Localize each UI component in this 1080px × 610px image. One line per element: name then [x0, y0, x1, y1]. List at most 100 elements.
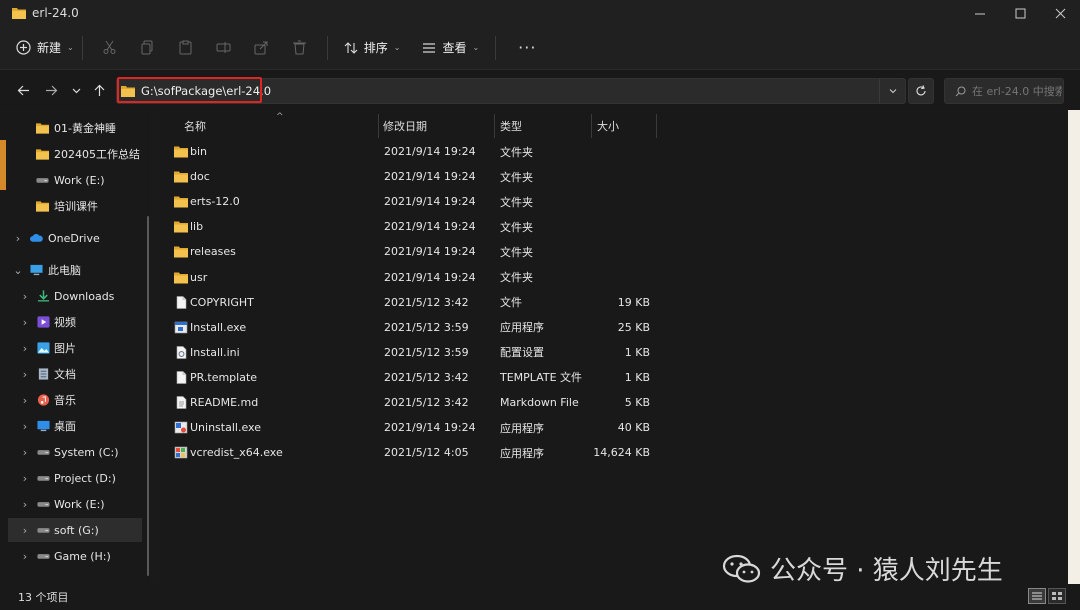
- chevron-right-icon[interactable]: ›: [13, 232, 23, 245]
- column-divider[interactable]: [378, 114, 379, 138]
- column-header-label: 名称: [184, 120, 206, 133]
- file-row[interactable]: Install.ini 2021/5/12 3:59 配置设置 1 KB: [160, 340, 920, 365]
- chevron-down-icon: ⌄: [472, 43, 480, 52]
- sidebar-item-training[interactable]: 培训课件: [0, 194, 150, 218]
- share-button[interactable]: [243, 32, 281, 64]
- sidebar-item-label: 此电脑: [48, 264, 81, 277]
- sidebar-item-01[interactable]: 01-黄金神睡: [0, 116, 150, 140]
- chevron-right-icon[interactable]: ›: [20, 550, 30, 563]
- file-name: Uninstall.exe: [190, 421, 261, 435]
- file-name: doc: [190, 170, 210, 184]
- column-header-name[interactable]: 名称: [184, 114, 206, 138]
- chevron-right-icon[interactable]: ›: [20, 472, 30, 485]
- file-row[interactable]: erts-12.0 2021/9/14 19:24 文件夹: [160, 189, 920, 214]
- view-button[interactable]: 查看 ⌄: [422, 39, 479, 56]
- sidebar-item-drive-h[interactable]: › Game (H:): [0, 544, 150, 568]
- desktop-icon: [37, 420, 50, 432]
- tiles-view-button[interactable]: [1048, 588, 1066, 604]
- file-row[interactable]: PR.template 2021/5/12 3:42 TEMPLATE 文件 1 KB: [160, 365, 920, 390]
- file-row[interactable]: README.md 2021/5/12 3:42 Markdown File 5 KB: [160, 390, 920, 415]
- sidebar-item-202405[interactable]: 202405工作总结: [0, 142, 150, 166]
- file-row[interactable]: Install.exe 2021/5/12 3:59 应用程序 25 KB: [160, 315, 920, 340]
- status-bar: 13 个项目: [0, 584, 1080, 610]
- column-divider[interactable]: [656, 114, 657, 138]
- scrollbar-thumb[interactable]: [147, 216, 149, 576]
- file-row[interactable]: lib 2021/9/14 19:24 文件夹: [160, 214, 920, 239]
- sidebar-item-documents[interactable]: › 文档: [0, 362, 150, 386]
- sidebar-item-music[interactable]: › 音乐: [0, 388, 150, 412]
- sidebar-item-label: System (C:): [54, 445, 119, 459]
- file-date: 2021/9/14 19:24: [384, 220, 476, 234]
- sidebar-item-downloads[interactable]: › Downloads: [0, 284, 150, 308]
- file-row[interactable]: doc 2021/9/14 19:24 文件夹: [160, 164, 920, 189]
- new-button[interactable]: 新建 ⌄: [16, 39, 74, 56]
- maximize-button[interactable]: [1000, 0, 1040, 26]
- chevron-right-icon[interactable]: ›: [20, 290, 30, 303]
- sidebar-item-drive-g[interactable]: › soft (G:): [8, 518, 142, 542]
- file-date: 2021/5/12 3:42: [384, 370, 469, 384]
- file-row[interactable]: usr 2021/9/14 19:24 文件夹: [160, 265, 920, 290]
- rename-button[interactable]: [205, 32, 243, 64]
- sidebar-item-drive-d[interactable]: › Project (D:): [0, 466, 150, 490]
- chevron-right-icon[interactable]: ›: [20, 498, 30, 511]
- chevron-right-icon[interactable]: ›: [20, 420, 30, 433]
- refresh-button[interactable]: [908, 78, 934, 104]
- chevron-right-icon[interactable]: ›: [20, 316, 30, 329]
- file-type: 应用程序: [500, 421, 544, 435]
- sidebar-item-pictures[interactable]: › 图片: [0, 336, 150, 360]
- file-row[interactable]: vcredist_x64.exe 2021/5/12 4:05 应用程序 14,624…: [160, 440, 920, 465]
- chevron-right-icon[interactable]: ›: [20, 342, 30, 355]
- file-date: 2021/9/14 19:24: [384, 245, 476, 259]
- chevron-right-icon[interactable]: ›: [20, 368, 30, 381]
- sidebar-item-work-quick[interactable]: Work (E:): [0, 168, 150, 192]
- copy-button[interactable]: [129, 32, 167, 64]
- column-divider[interactable]: [591, 114, 592, 138]
- file-date: 2021/5/12 4:05: [384, 446, 469, 460]
- file-row[interactable]: releases 2021/9/14 19:24 文件夹: [160, 239, 920, 264]
- search-box[interactable]: [944, 78, 1064, 104]
- sidebar-scrollbar[interactable]: [147, 112, 150, 582]
- file-type: 应用程序: [500, 446, 544, 460]
- address-dropdown-button[interactable]: [879, 79, 905, 103]
- chevron-down-icon[interactable]: ⌄: [13, 264, 23, 277]
- window-title: erl-24.0: [32, 6, 79, 20]
- delete-button[interactable]: [281, 32, 319, 64]
- sort-button[interactable]: 排序 ⌄: [344, 39, 400, 56]
- chevron-right-icon[interactable]: ›: [20, 394, 30, 407]
- address-path[interactable]: G:\sofPackage\erl-24.0: [141, 84, 271, 98]
- file-date: 2021/9/14 19:24: [384, 195, 476, 209]
- refresh-icon: [916, 85, 926, 96]
- column-header-date[interactable]: 修改日期: [383, 114, 427, 138]
- sidebar-item-drive-e[interactable]: › Work (E:): [0, 492, 150, 516]
- sidebar-item-desktop[interactable]: › 桌面: [0, 414, 150, 438]
- sidebar-item-onedrive[interactable]: › OneDrive: [0, 226, 150, 250]
- column-divider[interactable]: [494, 114, 495, 138]
- back-button[interactable]: [10, 76, 36, 104]
- copy-icon: [141, 40, 153, 55]
- up-button[interactable]: [86, 76, 112, 104]
- file-row[interactable]: COPYRIGHT 2021/5/12 3:42 文件 19 KB: [160, 290, 920, 315]
- details-view-button[interactable]: [1028, 588, 1046, 604]
- address-bar[interactable]: G:\sofPackage\erl-24.0: [116, 78, 906, 104]
- details-view-icon: [1032, 592, 1042, 600]
- search-input[interactable]: [972, 84, 1062, 98]
- column-header-type[interactable]: 类型: [500, 114, 522, 138]
- maximize-icon: [1015, 8, 1025, 18]
- forward-button[interactable]: [38, 76, 64, 104]
- close-button[interactable]: [1040, 0, 1080, 26]
- minimize-button[interactable]: [960, 0, 1000, 26]
- chevron-right-icon[interactable]: ›: [20, 446, 30, 459]
- cut-button[interactable]: [91, 32, 129, 64]
- more-options-button[interactable]: ···: [518, 38, 536, 57]
- scissors-icon: [103, 40, 116, 54]
- file-type: 文件: [500, 296, 522, 310]
- column-header-size[interactable]: 大小: [597, 114, 619, 138]
- file-row[interactable]: bin 2021/9/14 19:24 文件夹: [160, 139, 920, 164]
- sidebar-item-label: 桌面: [54, 420, 76, 433]
- sidebar-item-videos[interactable]: › 视频: [0, 310, 150, 334]
- file-row[interactable]: Uninstall.exe 2021/9/14 19:24 应用程序 40 KB: [160, 415, 920, 440]
- chevron-right-icon[interactable]: ›: [20, 524, 30, 537]
- sidebar-item-this-pc[interactable]: ⌄ 此电脑: [0, 258, 150, 282]
- paste-button[interactable]: [167, 32, 205, 64]
- sidebar-item-drive-c[interactable]: › System (C:): [0, 440, 150, 464]
